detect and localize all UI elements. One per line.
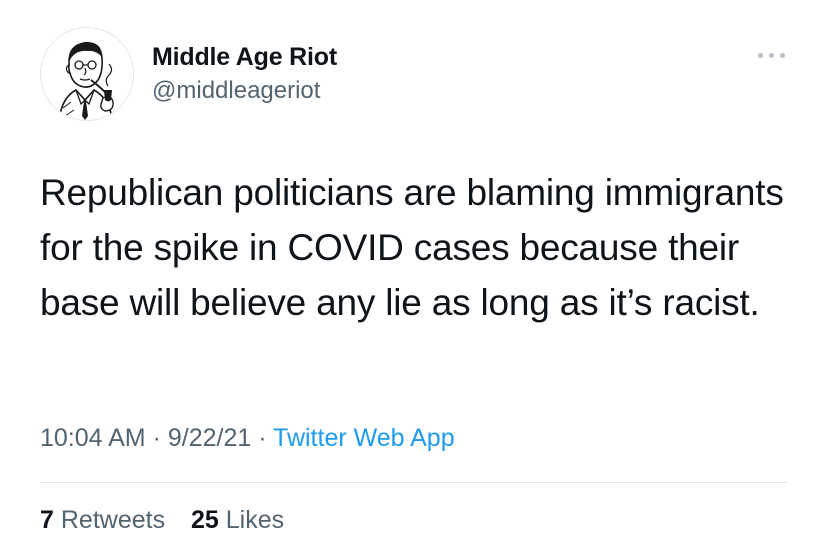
likes-label: Likes bbox=[225, 506, 285, 534]
retweets-label: Retweets bbox=[60, 506, 166, 534]
tweet-text: Republican politicians are blaming immig… bbox=[40, 172, 784, 323]
likes-count: 25 bbox=[190, 506, 219, 534]
more-options-button[interactable] bbox=[752, 44, 792, 66]
tweet: Middle Age Riot @middleageriot Republica… bbox=[0, 0, 828, 547]
tweet-time[interactable]: 10:04 AM bbox=[40, 424, 146, 452]
tweet-metadata: 10:04 AM · 9/22/21 · Twitter Web App bbox=[40, 424, 455, 453]
tweet-stats: 7 Retweets 25 Likes bbox=[40, 506, 284, 535]
vintage-man-smoking-pipe-icon bbox=[41, 28, 133, 120]
meta-separator: · bbox=[145, 424, 168, 452]
avatar[interactable] bbox=[40, 27, 134, 121]
meta-separator: · bbox=[251, 424, 274, 452]
divider bbox=[40, 482, 788, 483]
likes-stat[interactable]: 25 Likes bbox=[191, 506, 284, 534]
retweets-stat[interactable]: 7 Retweets bbox=[40, 506, 165, 534]
author-display-name[interactable]: Middle Age Riot bbox=[152, 43, 337, 72]
retweets-count: 7 bbox=[40, 506, 54, 534]
author-handle[interactable]: @middleageriot bbox=[152, 77, 320, 105]
tweet-source-link[interactable]: Twitter Web App bbox=[273, 424, 455, 452]
tweet-date[interactable]: 9/22/21 bbox=[168, 424, 251, 452]
